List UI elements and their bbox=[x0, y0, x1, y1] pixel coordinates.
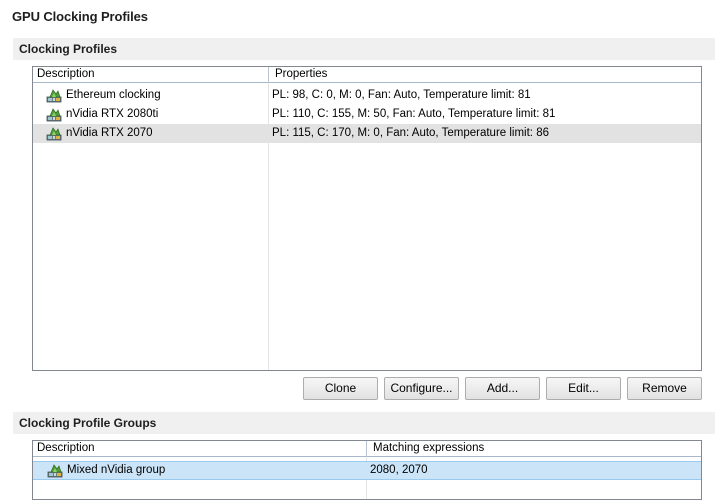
profile-properties: PL: 110, C: 155, M: 50, Fan: Auto, Tempe… bbox=[272, 108, 556, 120]
profile-properties: PL: 115, C: 170, M: 0, Fan: Auto, Temper… bbox=[272, 127, 549, 139]
add-button[interactable]: Add... bbox=[465, 377, 540, 400]
profiles-list-header: Description Properties bbox=[33, 67, 701, 83]
group-row-selected[interactable]: Mixed nVidia group 2080, 2070 bbox=[33, 461, 701, 480]
page-title: GPU Clocking Profiles bbox=[12, 9, 148, 24]
profile-description: Ethereum clocking bbox=[66, 89, 161, 101]
clocking-profile-groups-header: Clocking Profile Groups bbox=[13, 412, 715, 434]
profiles-list[interactable]: Description Properties Ethereum clocking… bbox=[32, 66, 702, 371]
gpu-card-icon bbox=[46, 89, 62, 103]
column-header-description[interactable]: Description bbox=[33, 67, 268, 83]
remove-button[interactable]: Remove bbox=[627, 377, 702, 400]
column-header-description[interactable]: Description bbox=[33, 441, 366, 457]
groups-list[interactable]: Description Matching expressions Mixed n… bbox=[32, 440, 702, 500]
profile-description: nVidia RTX 2080ti bbox=[66, 108, 159, 120]
header-separator bbox=[268, 67, 269, 83]
profile-row-selected[interactable]: nVidia RTX 2070 PL: 115, C: 170, M: 0, F… bbox=[33, 124, 701, 143]
configure-button[interactable]: Configure... bbox=[384, 377, 459, 400]
header-separator bbox=[366, 441, 367, 457]
edit-button[interactable]: Edit... bbox=[546, 377, 621, 400]
column-header-matching-expressions[interactable]: Matching expressions bbox=[369, 441, 699, 457]
gpu-group-icon bbox=[47, 464, 63, 478]
gpu-card-icon bbox=[46, 127, 62, 141]
gpu-card-icon bbox=[46, 108, 62, 122]
groups-list-header: Description Matching expressions bbox=[33, 441, 701, 457]
group-expressions: 2080, 2070 bbox=[370, 464, 428, 476]
profile-properties: PL: 98, C: 0, M: 0, Fan: Auto, Temperatu… bbox=[272, 89, 531, 101]
group-description: Mixed nVidia group bbox=[67, 464, 166, 476]
profile-row[interactable]: nVidia RTX 2080ti PL: 110, C: 155, M: 50… bbox=[33, 105, 701, 124]
clocking-profiles-header: Clocking Profiles bbox=[13, 38, 715, 60]
profile-row[interactable]: Ethereum clocking PL: 98, C: 0, M: 0, Fa… bbox=[33, 86, 701, 105]
profile-description: nVidia RTX 2070 bbox=[66, 127, 153, 139]
column-header-properties[interactable]: Properties bbox=[271, 67, 701, 83]
clone-button[interactable]: Clone bbox=[303, 377, 378, 400]
